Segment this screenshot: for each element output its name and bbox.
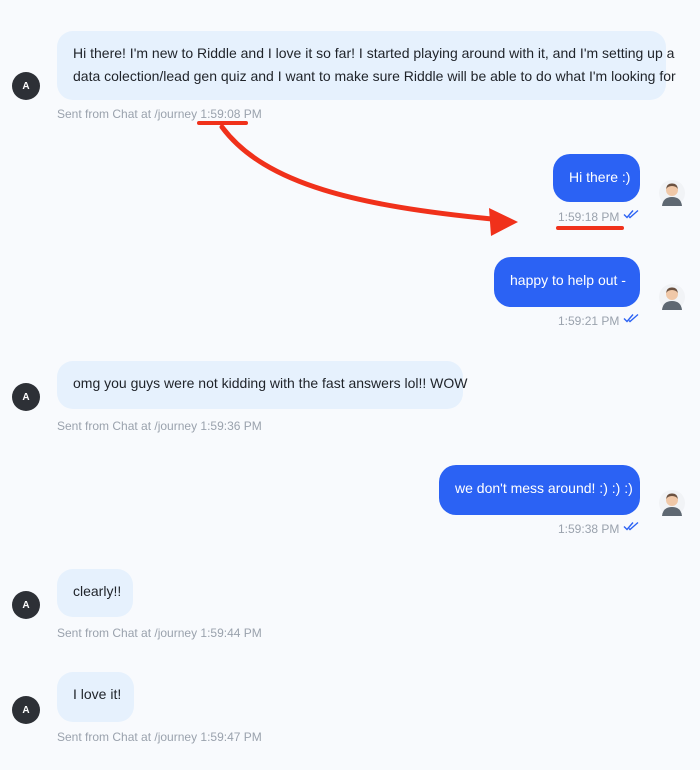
message-line: Hi there! I'm new to Riddle and I love i… [73,45,675,61]
message-meta: Sent from Chat at /journey 1:59:44 PM [57,626,262,640]
message-meta: Sent from Chat at /journey 1:59:47 PM [57,730,262,744]
visitor-avatar: A [12,383,40,411]
message-timestamp: 1:59:18 PM [558,210,620,224]
message-line: data colection/lead gen quiz and I want … [73,68,676,84]
double-check-icon [623,313,639,323]
message-timestamp: 1:59:08 PM [200,107,262,121]
agent-avatar [659,490,685,516]
visitor-avatar: A [12,72,40,100]
message-bubble: clearly!! [57,569,133,617]
visitor-avatar: A [12,591,40,619]
message-meta: Sent from Chat at /journey 1:59:08 PM [57,107,262,121]
message-bubble: Hi there! I'm new to Riddle and I love i… [57,31,676,100]
annotation-arrow [219,124,495,222]
message-timestamp: 1:59:21 PM [558,314,620,328]
message-timestamp: 1:59:38 PM [558,522,620,536]
double-check-icon [623,209,639,219]
arrow-head-icon [489,208,518,236]
message-meta: Sent from Chat at /journey 1:59:36 PM [57,419,262,433]
agent-avatar [659,180,685,206]
message-bubble: I love it! [57,672,134,722]
visitor-avatar: A [12,696,40,724]
double-check-icon [623,521,639,531]
message-bubble: happy to help out - [494,257,640,307]
agent-avatar [659,284,685,310]
message-bubble: omg you guys were not kidding with the f… [57,361,468,409]
message-source: Sent from Chat at /journey [57,107,201,121]
message-bubble: we don't mess around! :) :) :) [439,465,640,515]
message-bubble: Hi there :) [553,154,640,202]
